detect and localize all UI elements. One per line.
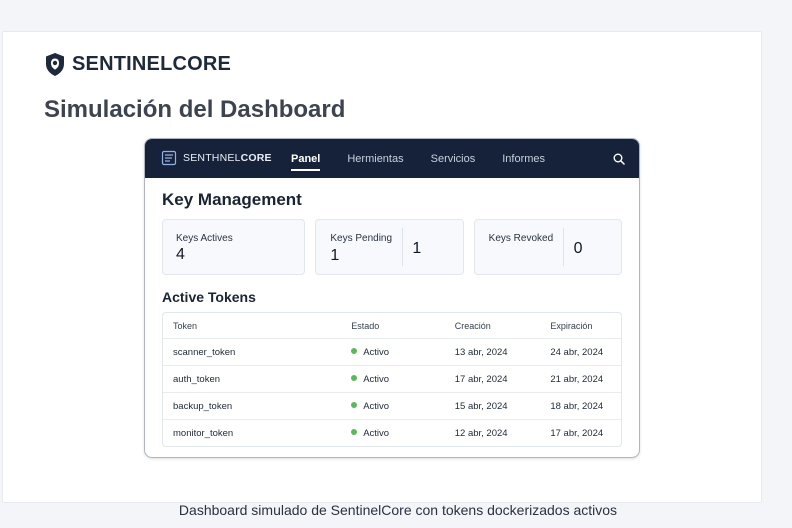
table-row[interactable]: auth_token Activo 17 abr, 2024 21 abr, 2… [163,365,621,392]
stat-label: Keys Actives [176,233,233,244]
stat-divider [402,228,404,266]
created-date: 17 abr, 2024 [454,373,508,385]
active-tokens-title: Active Tokens [162,289,256,305]
status-cell: Activo [341,374,445,385]
status-dot-icon [351,374,358,381]
token-name: backup_token [173,400,233,412]
status-text: Activo [363,427,390,439]
stat-keys-actives: Keys Actives 4 [162,219,306,275]
table-row[interactable]: scanner_token Activo 13 abr, 2024 24 abr… [163,338,621,365]
stat-label: Keys Revoked [488,233,554,244]
brand: SENTINELCORE [44,52,231,77]
created-date: 12 abr, 2024 [454,427,508,439]
status-text: Activo [363,346,390,358]
stat-keys-pending: Keys Pending 1 1 [315,219,464,275]
token-name: scanner_token [173,346,236,358]
created-date: 13 abr, 2024 [454,346,508,358]
status-text: Activo [363,373,390,385]
created-date: 15 abr, 2024 [454,400,508,412]
column-header[interactable]: Creación [445,321,541,331]
search-icon [613,153,625,165]
tokens-table: Token Estado Creación Expiración scanner… [162,312,622,447]
nav-item-informes[interactable]: Informes [502,139,545,178]
status-text: Activo [363,400,390,412]
status-dot-icon [351,347,358,354]
nav-item-panel[interactable]: Panel [291,139,321,178]
key-stats: Keys Actives 4 Keys Pending 1 1 Keys Rev… [162,219,622,275]
key-management-title: Key Management [162,190,302,209]
nav-item-servicios[interactable]: Servicios [431,139,476,178]
column-header[interactable]: Token [163,321,341,331]
table-header: Token Estado Creación Expiración [163,313,621,338]
nav-menu: Panel Hermientas Servicios Informes [291,139,572,178]
stat-keys-revoked: Keys Revoked 0 [473,219,622,275]
stat-divider [562,228,564,266]
top-nav: SENTHNELCORE Panel Hermientas Servicios … [145,139,639,178]
token-name: auth_token [173,373,221,385]
stat-label: Keys Pending [330,233,393,244]
shield-icon [46,53,64,76]
status-dot-icon [351,401,358,408]
nav-item-herramientas[interactable]: Hermientas [347,139,403,178]
expiry-date: 21 abr, 2024 [550,373,604,385]
app-logo[interactable]: SENTHNELCORE [161,150,272,166]
dashboard-screenshot: SENTHNELCORE Panel Hermientas Servicios … [144,138,640,458]
token-name: monitor_token [173,427,234,439]
status-cell: Activo [341,428,445,439]
expiry-date: 18 abr, 2024 [550,400,604,412]
app-logo-text: SENTHNELCORE [183,152,272,164]
column-header[interactable]: Expiración [540,321,621,331]
figure-caption: Dashboard simulado de SentinelCore con t… [178,502,618,518]
brand-name: SENTINELCORE [72,53,232,75]
search-button[interactable] [613,152,625,170]
column-header[interactable]: Estado [341,321,445,331]
status-cell: Activo [341,347,445,358]
status-dot-icon [351,428,358,435]
expiry-date: 17 abr, 2024 [550,427,604,439]
table-row[interactable]: monitor_token Activo 12 abr, 2024 17 abr… [163,419,621,446]
dashboard-content: Key Management Keys Actives 4 Keys Pendi… [145,178,639,447]
expiry-date: 24 abr, 2024 [550,346,604,358]
stat-value-secondary: 1 [412,240,422,257]
stat-value: 0 [573,240,583,257]
page-title: Simulación del Dashboard [44,96,346,123]
content-card: SENTINELCORE Simulación del Dashboard SE… [2,31,762,518]
document-list-icon [161,150,177,166]
stat-value: 1 [330,247,340,264]
table-row[interactable]: backup_token Activo 15 abr, 2024 18 abr,… [163,392,621,419]
stat-value: 4 [176,246,185,263]
status-cell: Activo [341,401,445,412]
